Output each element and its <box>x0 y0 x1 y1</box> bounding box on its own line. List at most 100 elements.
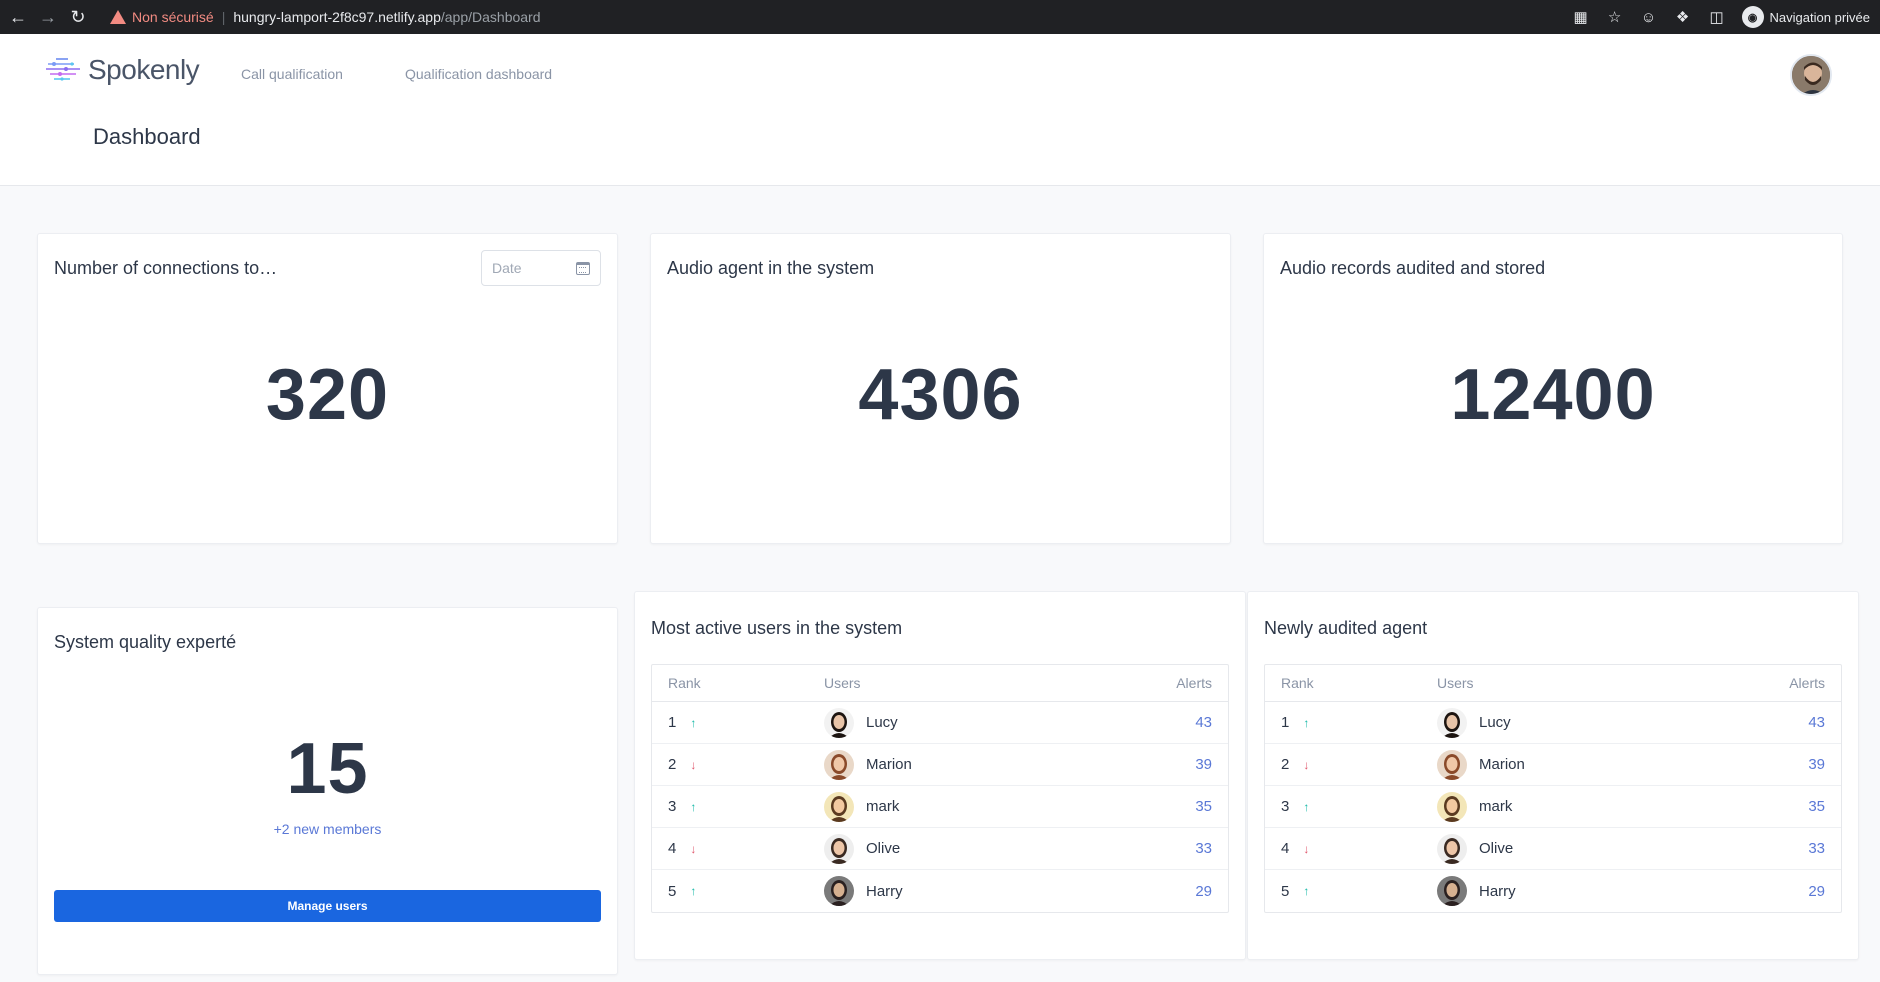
table-row[interactable]: 5 ↑ Harry 29 <box>652 870 1228 912</box>
avatar-icon <box>1437 833 1467 864</box>
alert-count[interactable]: 39 <box>1152 756 1212 773</box>
date-picker[interactable]: Date <box>481 250 601 286</box>
arrow-up-icon: ↑ <box>1303 715 1310 730</box>
user-cell: Lucy <box>1437 707 1765 738</box>
avatar <box>1437 791 1467 822</box>
date-placeholder: Date <box>492 260 522 276</box>
manage-users-button[interactable]: Manage users <box>54 890 601 922</box>
rank-value: 1 <box>668 714 677 731</box>
avatar <box>1437 707 1467 738</box>
logo-text: Spokenly <box>88 54 200 85</box>
alert-count[interactable]: 33 <box>1152 840 1212 857</box>
star-icon[interactable]: ☆ <box>1606 8 1624 26</box>
user-name[interactable]: Lucy <box>866 714 898 731</box>
new-members-link[interactable]: +2 new members <box>38 821 617 837</box>
alert-count[interactable]: 33 <box>1765 840 1825 857</box>
avatar <box>824 876 854 906</box>
table-row[interactable]: 3 ↑ mark 35 <box>1265 786 1841 828</box>
user-cell: Lucy <box>824 707 1152 738</box>
alert-count[interactable]: 43 <box>1152 714 1212 731</box>
calendar-icon <box>576 261 590 275</box>
reload-icon[interactable]: ↻ <box>66 5 90 29</box>
user-name[interactable]: Olive <box>866 840 900 857</box>
arrow-down-icon: ↓ <box>1303 757 1310 772</box>
nav-call-qualification[interactable]: Call qualification <box>241 66 343 82</box>
incognito-icon: ◉ <box>1741 6 1764 28</box>
audited-agents-table: Rank Users Alerts 1 ↑ Lucy 43 2 ↓ Marion 39 3 ↑ ma… <box>1264 664 1842 913</box>
arrow-up-icon: ↑ <box>690 884 697 898</box>
forward-arrow-icon[interactable]: → <box>36 5 60 29</box>
avatar-icon <box>824 749 854 780</box>
audited-agents-card: Newly audited agent Rank Users Alerts 1 ↑… <box>1247 591 1859 960</box>
browser-toolbar: ← → ↻ Non sécurisé | hungry-lamport-2f8c… <box>0 0 1880 34</box>
quality-title: System quality experté <box>54 632 237 652</box>
security-warning[interactable]: Non sécurisé <box>110 9 214 25</box>
alert-count[interactable]: 43 <box>1765 714 1825 731</box>
table-row[interactable]: 1 ↑ Lucy 43 <box>652 702 1228 744</box>
audio-agent-card: Audio agent in the system 4306 <box>650 233 1231 544</box>
user-name[interactable]: Harry <box>1479 883 1516 900</box>
user-cell: Marion <box>1437 749 1765 780</box>
rank-value: 4 <box>668 840 677 857</box>
quality-value: 15 <box>286 729 369 809</box>
col-rank-header: Rank <box>668 675 701 691</box>
arrow-up-icon: ↑ <box>690 715 697 730</box>
avatar <box>1437 833 1467 864</box>
user-name[interactable]: Marion <box>866 756 912 773</box>
avatar-icon <box>824 876 854 906</box>
table-row[interactable]: 2 ↓ Marion 39 <box>1265 744 1841 786</box>
back-arrow-icon[interactable]: ← <box>6 5 30 29</box>
user-name[interactable]: Harry <box>866 883 903 900</box>
rank-cell: 1 ↑ <box>1281 714 1437 731</box>
table-header: Rank Users Alerts <box>652 665 1228 702</box>
table-row[interactable]: 4 ↓ Olive 33 <box>1265 828 1841 870</box>
audio-agent-value: 4306 <box>858 355 1023 435</box>
alert-count[interactable]: 35 <box>1152 798 1212 815</box>
arrow-down-icon: ↓ <box>690 757 697 772</box>
table-row[interactable]: 5 ↑ Harry 29 <box>1265 870 1841 912</box>
user-name[interactable]: Marion <box>1479 756 1525 773</box>
security-warning-label: Non sécurisé <box>132 9 214 25</box>
connections-card: Number of connections to… Date 320 <box>37 233 618 544</box>
user-name[interactable]: mark <box>866 798 899 815</box>
arrow-down-icon: ↓ <box>1303 841 1310 856</box>
avatar <box>1437 749 1467 780</box>
arrow-up-icon: ↑ <box>1303 884 1310 898</box>
rank-cell: 5 ↑ <box>668 883 824 900</box>
quality-card: System quality experté 15 +2 new members… <box>37 607 618 975</box>
table-row[interactable]: 2 ↓ Marion 39 <box>652 744 1228 786</box>
user-name[interactable]: mark <box>1479 798 1512 815</box>
side-panel-icon[interactable]: ◫ <box>1708 8 1726 26</box>
audio-records-card: Audio records audited and stored 12400 <box>1263 233 1843 544</box>
address-bar[interactable]: hungry-lamport-2f8c97.netlify.app/app/Da… <box>233 9 540 25</box>
logo[interactable]: Spokenly <box>44 54 200 86</box>
avatar-icon <box>824 707 854 738</box>
audited-agents-title: Newly audited agent <box>1264 618 1428 638</box>
rank-cell: 1 ↑ <box>668 714 824 731</box>
col-rank-header: Rank <box>1281 675 1314 691</box>
avatar-icon <box>1437 876 1467 906</box>
user-name[interactable]: Lucy <box>1479 714 1511 731</box>
alert-count[interactable]: 29 <box>1152 883 1212 900</box>
table-header: Rank Users Alerts <box>1265 665 1841 702</box>
translate-icon[interactable]: ▦ <box>1572 8 1590 26</box>
user-avatar[interactable] <box>1790 54 1832 96</box>
warning-icon <box>110 10 126 24</box>
table-row[interactable]: 3 ↑ mark 35 <box>652 786 1228 828</box>
table-row[interactable]: 4 ↓ Olive 33 <box>652 828 1228 870</box>
rank-value: 2 <box>668 756 677 773</box>
nav-qualification-dashboard[interactable]: Qualification dashboard <box>405 66 552 82</box>
table-row[interactable]: 1 ↑ Lucy 43 <box>1265 702 1841 744</box>
url-path: /app/Dashboard <box>440 9 541 25</box>
url-host: hungry-lamport-2f8c97.netlify.app <box>233 9 441 25</box>
user-cell: Olive <box>1437 833 1765 864</box>
user-name[interactable]: Olive <box>1479 840 1513 857</box>
puzzle-icon[interactable]: ❖ <box>1674 8 1692 26</box>
alert-count[interactable]: 29 <box>1765 883 1825 900</box>
arrow-up-icon: ↑ <box>1303 799 1310 814</box>
alert-count[interactable]: 39 <box>1765 756 1825 773</box>
audio-records-title: Audio records audited and stored <box>1280 258 1546 278</box>
extension-emoji-icon[interactable]: ☺ <box>1640 8 1658 26</box>
alert-count[interactable]: 35 <box>1765 798 1825 815</box>
private-browsing-indicator[interactable]: ◉ Navigation privée <box>1741 6 1870 28</box>
